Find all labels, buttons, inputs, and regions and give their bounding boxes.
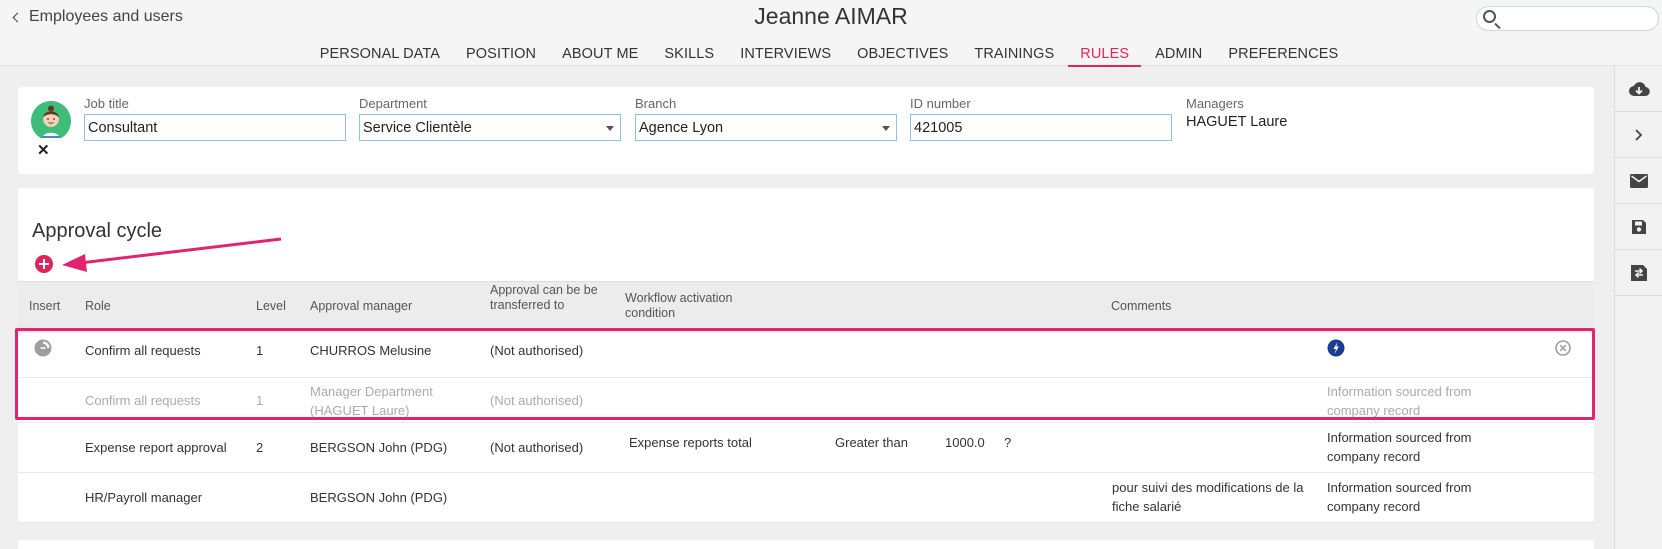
managers-label: Managers: [1186, 96, 1244, 111]
managers-field: Managers HAGUET Laure: [1186, 96, 1448, 130]
approval-cycle-card: Approval cycle Insert Role Level Approva…: [18, 188, 1594, 523]
dropdown-caret-icon: [882, 126, 890, 131]
table-header: Insert Role Level Approval manager Appro…: [18, 281, 1594, 333]
row-manager: Manager Department (HAGUET Laure): [310, 384, 433, 418]
dropdown-caret-icon: [606, 126, 614, 131]
row-level: 1: [256, 393, 264, 408]
tab-trainings[interactable]: TRAININGS: [962, 46, 1066, 67]
row-source: Information sourced from company record: [1327, 480, 1472, 514]
column-comments: Comments: [1111, 299, 1172, 313]
search-box[interactable]: [1476, 6, 1659, 31]
top-bar: Employees and users Jeanne AIMAR PERSONA…: [0, 0, 1662, 67]
person-avatar-icon: [31, 101, 71, 141]
tab-about-me[interactable]: ABOUT ME: [550, 46, 650, 67]
avatar: [31, 101, 71, 141]
table-row: Confirm all requests 1 CHURROS Melusine …: [18, 333, 1594, 378]
cloud-download-icon: [1629, 81, 1650, 96]
save-icon: [1632, 219, 1646, 234]
row-manager: BERGSON John (PDG): [310, 440, 448, 455]
job-title-input[interactable]: Consultant: [84, 114, 346, 141]
tab-rules[interactable]: RULES: [1068, 46, 1142, 67]
tab-preferences[interactable]: PREFERENCES: [1216, 46, 1350, 67]
next-section-card: [18, 540, 1594, 549]
row-level: 2: [256, 440, 264, 455]
row-comments: pour suivi des modifications de la fiche…: [1112, 480, 1304, 514]
branch-value: Agence Lyon: [639, 120, 724, 136]
branch-field: Branch Agence Lyon: [635, 96, 897, 141]
insert-step-icon[interactable]: [34, 339, 52, 357]
info-icon[interactable]: [1327, 339, 1345, 357]
id-number-input[interactable]: 421005: [910, 114, 1172, 141]
row-level: 1: [256, 343, 264, 358]
row-condition-help[interactable]: ?: [1004, 433, 1011, 452]
job-title-field: Job title Consultant: [84, 96, 346, 141]
delete-row-icon[interactable]: [1555, 340, 1571, 356]
column-insert: Insert: [29, 299, 61, 313]
employee-summary-card: ✕ Job title Consultant Department Servic…: [18, 87, 1594, 174]
department-select[interactable]: Service Clientèle: [359, 114, 621, 141]
save-and-close-button[interactable]: [1615, 250, 1662, 296]
tab-position[interactable]: POSITION: [454, 46, 548, 67]
tab-bar: PERSONAL DATA POSITION ABOUT ME SKILLS I…: [0, 46, 1662, 67]
section-title: Approval cycle: [32, 220, 163, 242]
row-role: Expense report approval: [85, 440, 227, 455]
mail-icon: [1630, 173, 1648, 188]
cloud-download-button[interactable]: [1615, 66, 1662, 112]
branch-select[interactable]: Agence Lyon: [635, 114, 897, 141]
row-source: Information sourced from company record: [1327, 384, 1472, 418]
page-title: Jeanne AIMAR: [754, 3, 908, 29]
table-row: Confirm all requests 1 Manager Departmen…: [18, 378, 1594, 423]
row-condition-field: Expense reports total: [629, 435, 752, 450]
table-row: HR/Payroll manager BERGSON John (PDG) po…: [18, 473, 1594, 523]
expand-button[interactable]: [1615, 112, 1662, 158]
tab-skills[interactable]: SKILLS: [652, 46, 726, 67]
save-and-close-icon: [1631, 264, 1647, 281]
save-button[interactable]: [1615, 204, 1662, 250]
table-row: Expense report approval 2 BERGSON John (…: [18, 423, 1594, 473]
column-workflow-condition: Workflow activation condition: [625, 291, 733, 320]
department-label: Department: [359, 96, 427, 111]
right-action-rail: [1614, 66, 1662, 549]
chevron-right-icon: [1635, 128, 1643, 141]
row-source: Information sourced from company record: [1327, 430, 1472, 464]
row-condition-operator: Greater than: [835, 435, 908, 450]
add-approval-step-button[interactable]: [35, 255, 53, 273]
row-transfer: (Not authorised): [490, 393, 584, 408]
department-field: Department Service Clientèle: [359, 96, 621, 141]
tab-personal-data[interactable]: PERSONAL DATA: [308, 46, 452, 67]
mail-button[interactable]: [1615, 158, 1662, 204]
column-level: Level: [256, 299, 286, 313]
tab-interviews[interactable]: INTERVIEWS: [728, 46, 843, 67]
managers-value: HAGUET Laure: [1186, 114, 1288, 130]
search-input[interactable]: [1503, 9, 1653, 28]
branch-label: Branch: [635, 96, 677, 111]
row-condition-value: 1000.0: [945, 435, 985, 450]
row-role: HR/Payroll manager: [85, 490, 203, 505]
row-manager: CHURROS Melusine: [310, 343, 432, 358]
search-icon: [1483, 10, 1496, 23]
tab-admin[interactable]: ADMIN: [1143, 46, 1214, 67]
row-transfer: (Not authorised): [490, 343, 584, 358]
column-transfer: Approval can be be transferred to: [490, 283, 598, 312]
department-value: Service Clientèle: [363, 120, 472, 136]
row-role: Confirm all requests: [85, 343, 201, 358]
row-role: Confirm all requests: [85, 393, 201, 408]
id-number-label: ID number: [910, 96, 971, 111]
tab-objectives[interactable]: OBJECTIVES: [845, 46, 960, 67]
column-approval-manager: Approval manager: [310, 299, 413, 313]
row-transfer: (Not authorised): [490, 440, 584, 455]
job-title-label: Job title: [84, 96, 129, 111]
remove-photo-button[interactable]: ✕: [37, 141, 50, 159]
id-number-field: ID number 421005: [910, 96, 1172, 141]
column-role: Role: [85, 299, 111, 313]
row-manager: BERGSON John (PDG): [310, 490, 448, 505]
